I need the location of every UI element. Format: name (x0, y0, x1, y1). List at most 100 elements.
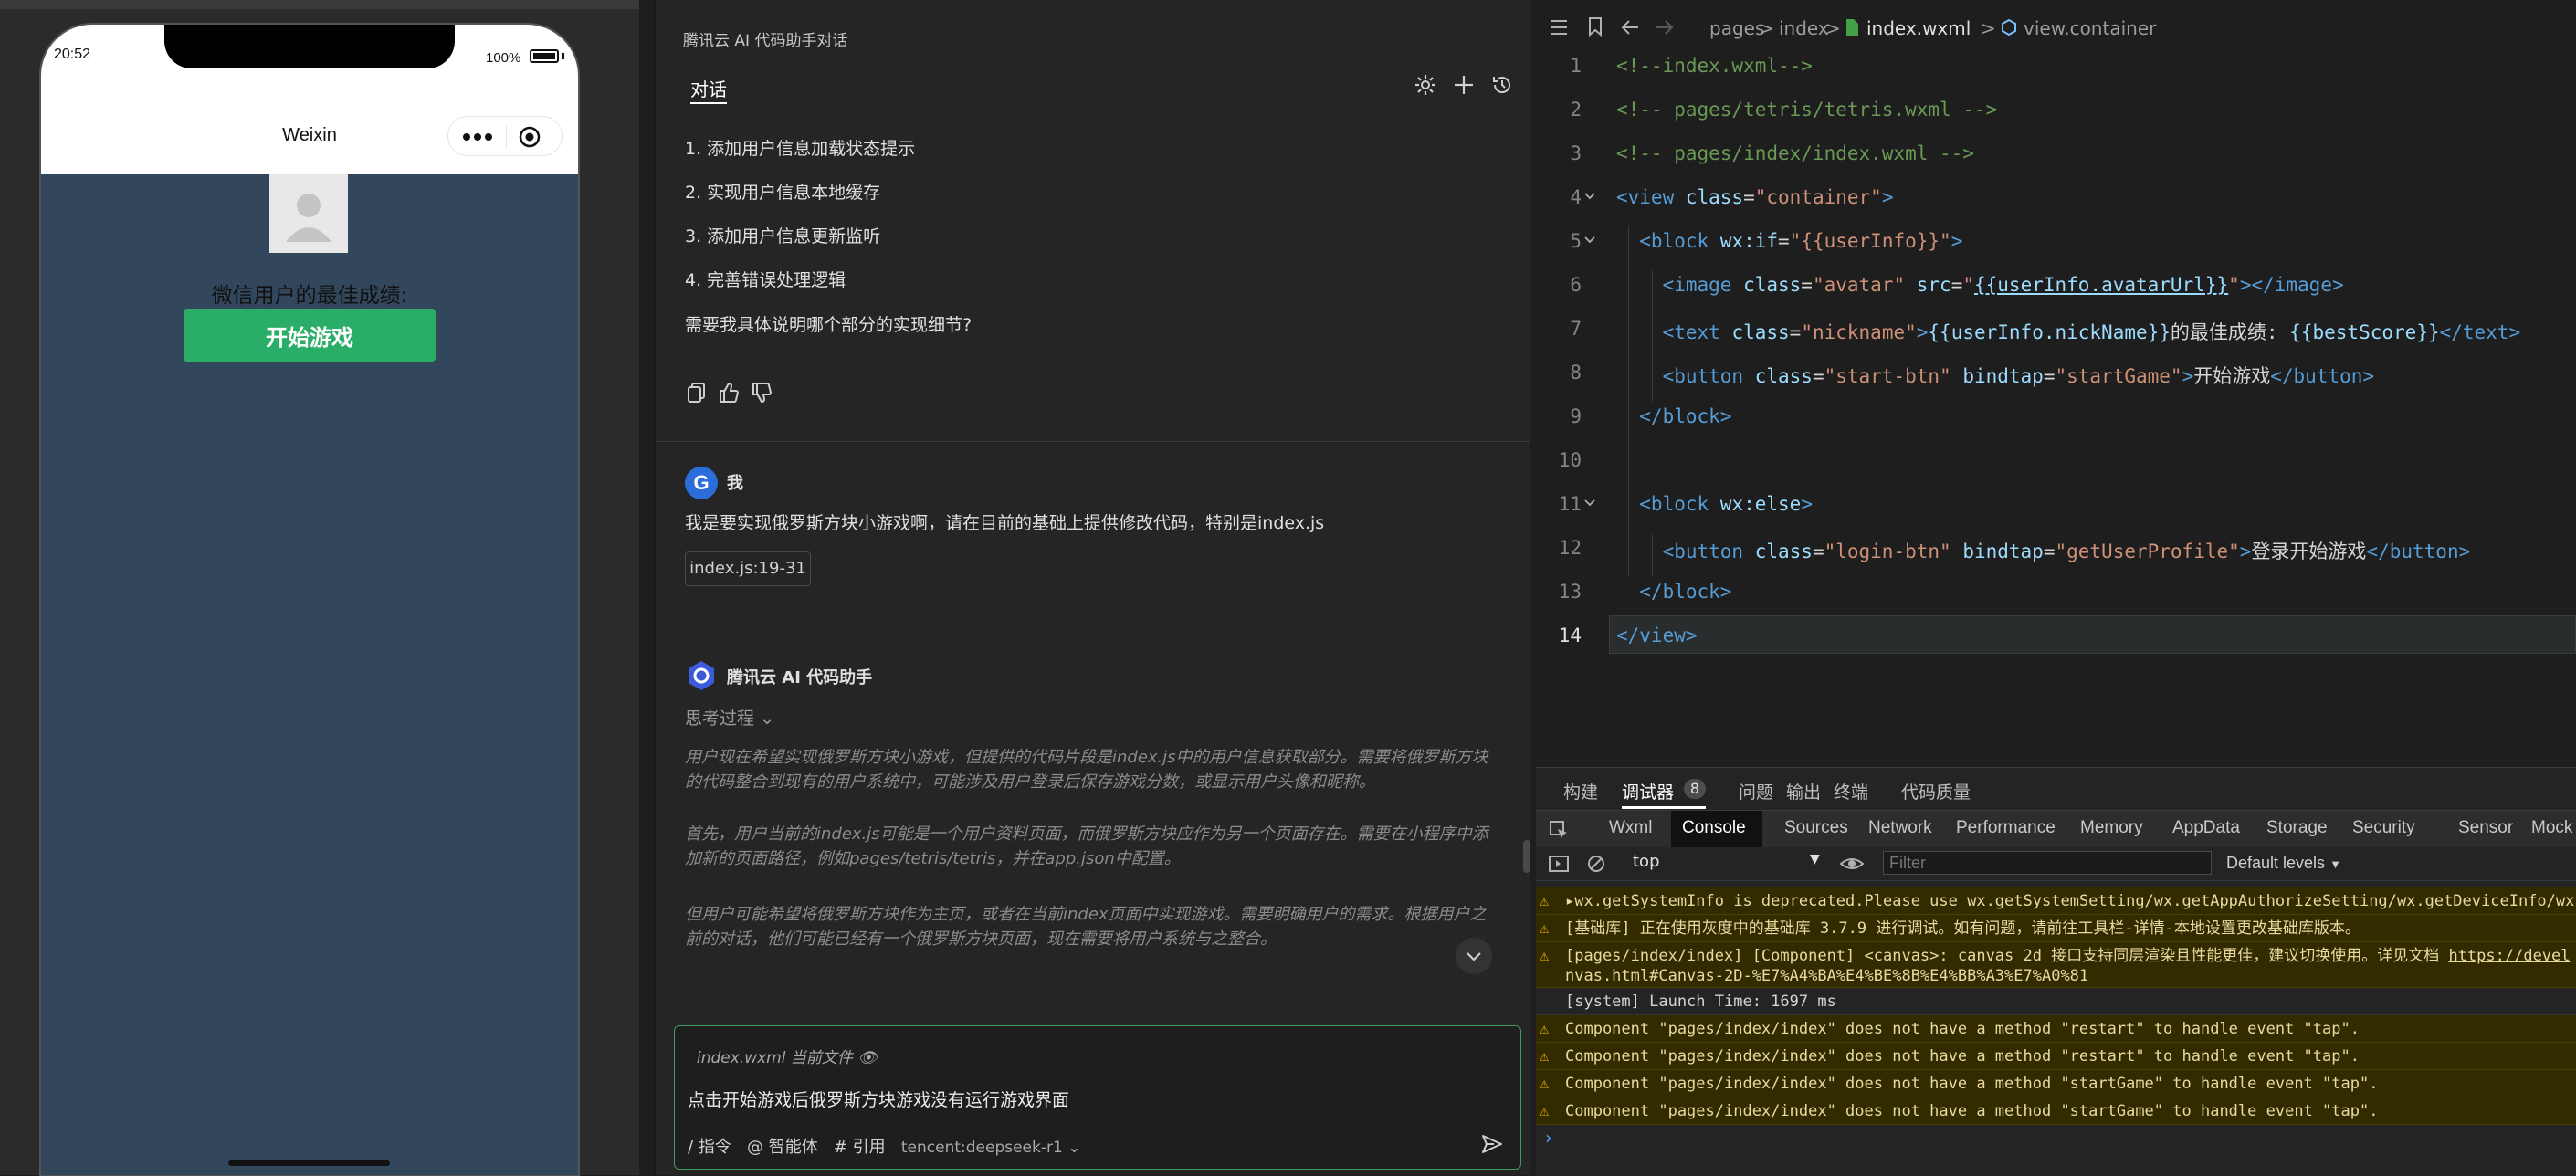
code-token: <button (1616, 541, 1755, 562)
tab-security[interactable]: Security (2352, 818, 2415, 838)
agent-button[interactable]: @ 智能体 (747, 1138, 818, 1157)
log-warning[interactable]: ⚠ Component "pages/index/index" does not … (1536, 1070, 2576, 1097)
tab-conversation[interactable]: 对话 (690, 75, 727, 101)
code-line[interactable]: <block wx:if="{{userInfo}}"> (1616, 230, 1962, 252)
breadcrumb-item[interactable]: pages (1709, 17, 1764, 39)
more-icon[interactable] (459, 126, 496, 148)
breadcrumb-item[interactable]: index.wxml (1866, 17, 1971, 39)
fold-chevron-icon[interactable] (1583, 190, 1596, 203)
context-select[interactable]: top ▼ (1633, 852, 1828, 876)
code-token: <view (1616, 186, 1686, 208)
tab-performance[interactable]: Performance (1956, 818, 2056, 838)
code-line[interactable]: <!-- pages/index/index.wxml --> (1616, 142, 1974, 164)
model-select[interactable]: tencent:deepseek-r1 ⌄ (901, 1139, 1081, 1157)
breadcrumb-item[interactable]: view.container (2024, 17, 2156, 39)
chat-scrollbar[interactable] (1523, 840, 1530, 873)
code-line[interactable]: <button class="login-btn" bindtap="getUs… (1616, 537, 2471, 564)
tab-mock[interactable]: Mock (2531, 818, 2572, 838)
history-icon[interactable] (1490, 73, 1514, 97)
tab-storage[interactable]: Storage (2266, 818, 2328, 838)
tab-build[interactable]: 构建 (1563, 779, 1598, 803)
settings-icon[interactable] (1414, 73, 1437, 97)
tab-terminal[interactable]: 终端 (1834, 779, 1868, 803)
code-line[interactable]: </block> (1616, 405, 1731, 427)
log-warning[interactable]: ⚠ Component "pages/index/index" does not … (1536, 1097, 2576, 1125)
code-line[interactable]: <block wx:else> (1616, 493, 1813, 515)
list-icon[interactable] (1549, 18, 1569, 37)
tab-debugger[interactable]: 调试器 (1622, 779, 1674, 803)
new-chat-icon[interactable] (1452, 73, 1476, 97)
phone-notch (164, 25, 455, 68)
dropdown-arrow-icon: ▼ (2329, 857, 2341, 871)
tab-code-quality[interactable]: 代码质量 (1901, 779, 1971, 803)
tab-console[interactable]: Console (1682, 818, 1746, 838)
console-prompt[interactable]: › (1545, 1127, 1552, 1149)
tab-wxml[interactable]: Wxml (1609, 818, 1652, 838)
command-button[interactable]: / 指令 (688, 1138, 731, 1157)
tab-memory[interactable]: Memory (2080, 818, 2143, 838)
back-icon[interactable] (1620, 18, 1640, 37)
log-warning[interactable]: ⚠ ▸wx.getSystemInfo is deprecated.Please … (1536, 887, 2576, 915)
chat-input-text[interactable]: 点击开始游戏后俄罗斯方块游戏没有运行游戏界面 (688, 1087, 1069, 1111)
log-info[interactable]: [system] Launch Time: 1697 ms (1536, 988, 2576, 1015)
cite-button[interactable]: # 引用 (834, 1138, 886, 1157)
code-line[interactable]: <text class="nickname">{{userInfo.nickNa… (1616, 318, 2521, 345)
tab-sources[interactable]: Sources (1784, 818, 1848, 838)
eye-icon[interactable] (1839, 855, 1865, 873)
start-game-button[interactable]: 开始游戏 (184, 309, 436, 362)
code-line[interactable]: </view> (1616, 625, 1698, 646)
inspect-icon[interactable] (1549, 820, 1569, 840)
user-message: 我是要实现俄罗斯方块小游戏啊，请在目前的基础上提供修改代码，特别是index.j… (685, 513, 1325, 533)
code-token: {{userInfo.avatarUrl}} (1974, 274, 2229, 296)
log-warning[interactable]: ⚠ [pages/index/index] [Component] <canvas… (1536, 942, 2576, 988)
thumbs-up-icon[interactable] (718, 382, 740, 404)
log-warning[interactable]: ⚠ Component "pages/index/index" does not … (1536, 1043, 2576, 1070)
thumbs-down-icon[interactable] (751, 382, 773, 404)
code-token: bindtap (1950, 541, 2044, 562)
code-line[interactable]: <image class="avatar" src="{{userInfo.av… (1616, 274, 2344, 296)
clear-console-icon[interactable] (1587, 855, 1605, 873)
context-file-chip[interactable]: index.wxml 当前文件 👁 (697, 1045, 878, 1067)
send-icon[interactable] (1480, 1132, 1504, 1156)
tab-appdata[interactable]: AppData (2172, 818, 2240, 838)
code-token: > (1916, 321, 1929, 343)
breadcrumb-item[interactable]: index (1779, 17, 1829, 39)
tab-underline (690, 102, 727, 104)
close-miniprogram-icon[interactable] (517, 126, 542, 148)
sidebar-toggle-icon[interactable] (1549, 855, 1569, 873)
tab-output[interactable]: 输出 (1786, 779, 1821, 803)
tab-problems[interactable]: 问题 (1739, 779, 1773, 803)
thinking-paragraph: 首先，用户当前的index.js可能是一个用户资料页面，而俄罗斯方块应作为另一个… (685, 824, 1488, 868)
copy-icon[interactable] (687, 382, 707, 404)
home-indicator (228, 1160, 390, 1166)
doc-link-continued[interactable]: nvas.html#Canvas-2D-%E7%A4%BA%E4%BE%8B%E… (1536, 966, 2576, 986)
file-reference-chip[interactable]: index.js:19-31 (685, 551, 811, 586)
eye-icon[interactable]: 👁 (857, 1049, 878, 1067)
code-line[interactable]: </block> (1616, 581, 1731, 603)
code-line[interactable]: <view class="container"> (1616, 186, 1893, 208)
code-line[interactable]: <!-- pages/tetris/tetris.wxml --> (1616, 99, 1997, 121)
doc-link[interactable]: https://devel (2448, 947, 2570, 965)
warning-icon: ⚠ (1540, 1075, 1550, 1093)
devtools-tabs: Wxml Console Sources Network Performance… (1536, 810, 2576, 848)
tab-sensor[interactable]: Sensor (2458, 818, 2513, 838)
forward-icon[interactable] (1655, 18, 1675, 37)
log-warning[interactable]: ⚠ [基础库] 正在使用灰度中的基础库 3.7.9 进行调试。如有问题，请前往工具… (1536, 915, 2576, 942)
fold-chevron-icon[interactable] (1583, 497, 1596, 509)
fold-chevron-icon[interactable] (1583, 234, 1596, 247)
filter-input[interactable] (1883, 851, 2212, 875)
log-warning[interactable]: ⚠ Component "pages/index/index" does not … (1536, 1015, 2576, 1043)
log-text: Component "pages/index/index" does not h… (1565, 1075, 2379, 1093)
code-line[interactable]: <!--index.wxml--> (1616, 55, 1813, 77)
log-levels-select[interactable]: Default levels ▼ (2226, 854, 2341, 873)
tab-network[interactable]: Network (1868, 818, 1932, 838)
assistant-question: 需要我具体说明哪个部分的实现细节? (685, 315, 973, 335)
user-avatar: G (685, 467, 718, 499)
code-token: = (1778, 230, 1790, 252)
thinking-toggle[interactable]: 思考过程 ⌄ (685, 705, 774, 730)
chat-input-box[interactable]: index.wxml 当前文件 👁 点击开始游戏后俄罗斯方块游戏没有运行游戏界面… (674, 1025, 1521, 1170)
battery-cap (562, 53, 564, 59)
code-line[interactable]: <button class="start-btn" bindtap="start… (1616, 362, 2374, 389)
bookmark-icon[interactable] (1587, 16, 1603, 37)
scroll-down-button[interactable] (1456, 938, 1492, 974)
